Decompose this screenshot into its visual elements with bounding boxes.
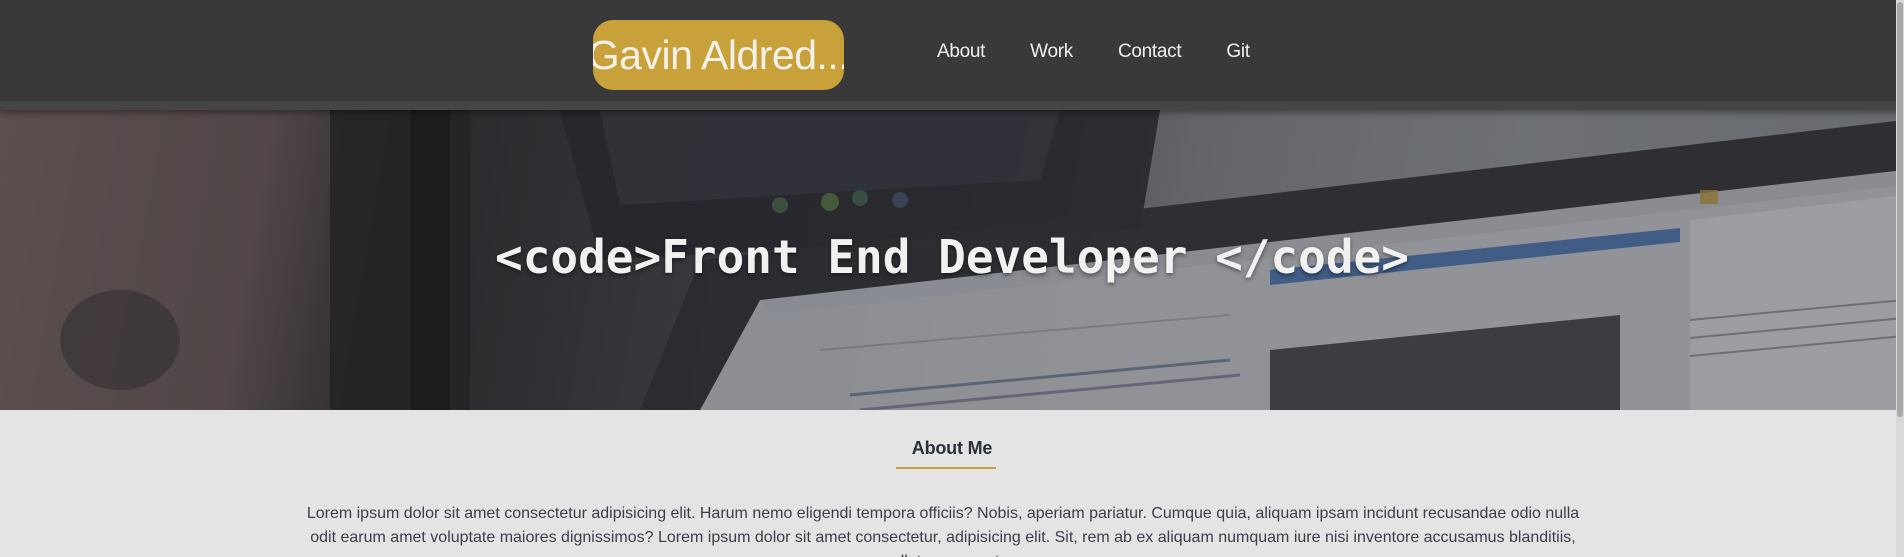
hero-banner: <code>Front End Developer </code> [0, 110, 1904, 410]
scrollbar-thumb[interactable] [1897, 2, 1903, 417]
nav-link-contact[interactable]: Contact [1118, 41, 1182, 63]
nav-link-about[interactable]: About [937, 41, 985, 63]
nav-link-git[interactable]: Git [1226, 41, 1250, 63]
nav-link-work[interactable]: Work [1030, 41, 1073, 63]
brand-logo-button[interactable]: Gavin Aldred... [593, 20, 844, 90]
about-paragraph: Lorem ipsum dolor sit amet consectetur a… [306, 505, 1580, 557]
top-navbar: Gavin Aldred... About Work Contact Git [0, 0, 1904, 110]
about-heading: About Me [911, 438, 993, 458]
hero-title: <code>Front End Developer </code> [495, 230, 1409, 284]
main-nav: About Work Contact Git [937, 41, 1250, 63]
page-scrollbar[interactable] [1896, 0, 1904, 557]
about-heading-underline [896, 467, 996, 469]
about-section: About Me Lorem ipsum dolor sit amet cons… [0, 410, 1904, 557]
